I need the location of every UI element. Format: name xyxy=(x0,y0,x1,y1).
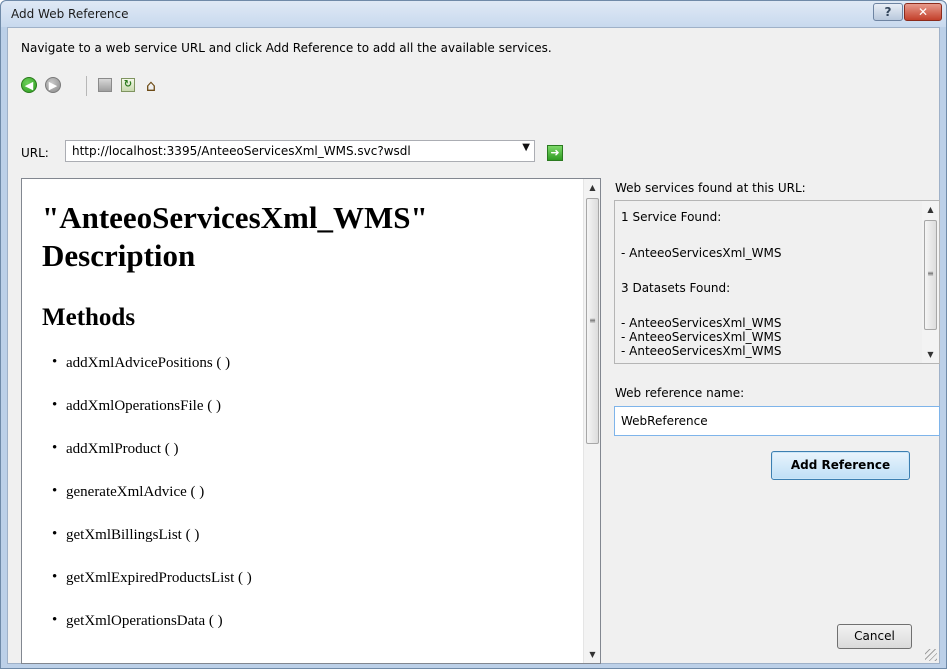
method-item[interactable]: generateXmlAdvice ( ) xyxy=(42,483,252,527)
url-combobox[interactable]: http://localhost:3395/AnteeoServicesXml_… xyxy=(65,140,535,162)
instruction-text: Navigate to a web service URL and click … xyxy=(21,41,552,55)
services-line: 1 Service Found: xyxy=(621,210,722,224)
url-value: http://localhost:3395/AnteeoServicesXml_… xyxy=(72,144,411,158)
close-button[interactable]: ✕ xyxy=(904,3,942,21)
services-line: - AnteeoServicesXml_WMS xyxy=(621,246,782,260)
refresh-icon: ↻ xyxy=(121,78,135,92)
stop-icon xyxy=(98,78,112,92)
services-line: - AnteeoServicesXml_WMS xyxy=(621,344,782,358)
grip-icon: ≡ xyxy=(927,269,934,278)
scroll-down-icon[interactable]: ▼ xyxy=(922,346,939,363)
back-button[interactable]: ◀ xyxy=(20,76,38,94)
forward-arrow-icon: ▶ xyxy=(45,77,61,93)
services-line: - AnteeoServicesXml_WMS xyxy=(621,330,782,344)
resize-grip-icon[interactable] xyxy=(925,649,937,661)
method-item[interactable]: getXmlExpiredProductsList ( ) xyxy=(42,569,252,613)
description-scrollbar[interactable]: ▲ ≡ ▼ xyxy=(583,179,600,663)
reference-name-label: Web reference name: xyxy=(615,386,745,400)
services-scrollbar[interactable]: ▲ ≡ ▼ xyxy=(922,201,939,363)
service-description-pane[interactable]: "AnteeoServicesXml_WMS" Description Meth… xyxy=(21,178,601,664)
description-heading: "AnteeoServicesXml_WMS" Description xyxy=(42,200,428,273)
services-found-label: Web services found at this URL: xyxy=(615,181,806,195)
services-line: 3 Datasets Found: xyxy=(621,281,731,295)
stop-button[interactable] xyxy=(96,76,114,94)
services-line: - AnteeoServicesXml_WMS xyxy=(621,316,782,330)
refresh-button[interactable]: ↻ xyxy=(119,76,137,94)
methods-list: addXmlAdvicePositions ( ) addXmlOperatio… xyxy=(42,354,252,656)
scroll-up-icon[interactable]: ▲ xyxy=(584,179,600,196)
home-icon: ⌂ xyxy=(145,75,157,95)
dialog-body: Navigate to a web service URL and click … xyxy=(7,27,940,664)
description-content: "AnteeoServicesXml_WMS" Description Meth… xyxy=(22,179,582,663)
chevron-down-icon[interactable]: ▼ xyxy=(522,142,530,153)
method-item[interactable]: addXmlOperationsFile ( ) xyxy=(42,397,252,441)
cancel-button[interactable]: Cancel xyxy=(837,624,912,649)
help-button[interactable]: ? xyxy=(873,3,903,21)
window-title: Add Web Reference xyxy=(11,7,129,21)
add-web-reference-dialog: Add Web Reference ? ✕ Navigate to a web … xyxy=(0,0,947,669)
home-button[interactable]: ⌂ xyxy=(142,75,160,95)
scroll-up-icon[interactable]: ▲ xyxy=(922,201,939,218)
toolbar-separator xyxy=(86,76,87,96)
method-item[interactable]: getXmlOperationsData ( ) xyxy=(42,612,252,656)
method-item[interactable]: addXmlProduct ( ) xyxy=(42,440,252,484)
reference-name-input[interactable] xyxy=(614,406,940,436)
method-item[interactable]: getXmlBillingsList ( ) xyxy=(42,526,252,570)
scroll-down-icon[interactable]: ▼ xyxy=(584,646,600,663)
back-arrow-icon: ◀ xyxy=(21,77,37,93)
go-button[interactable]: ➜ xyxy=(547,145,563,161)
title-bar: Add Web Reference ? ✕ xyxy=(1,1,946,27)
add-reference-button[interactable]: Add Reference xyxy=(771,451,910,480)
navigation-toolbar: ◀ ▶ ↻ ⌂ xyxy=(20,72,320,98)
url-label: URL: xyxy=(21,146,49,160)
forward-button[interactable]: ▶ xyxy=(44,76,62,94)
scrollbar-thumb[interactable]: ≡ xyxy=(924,220,937,330)
grip-icon: ≡ xyxy=(589,316,596,325)
services-found-list[interactable]: 1 Service Found: - AnteeoServicesXml_WMS… xyxy=(614,200,940,364)
method-item[interactable]: addXmlAdvicePositions ( ) xyxy=(42,354,252,398)
scrollbar-thumb[interactable]: ≡ xyxy=(586,198,599,444)
methods-heading: Methods xyxy=(42,304,136,331)
